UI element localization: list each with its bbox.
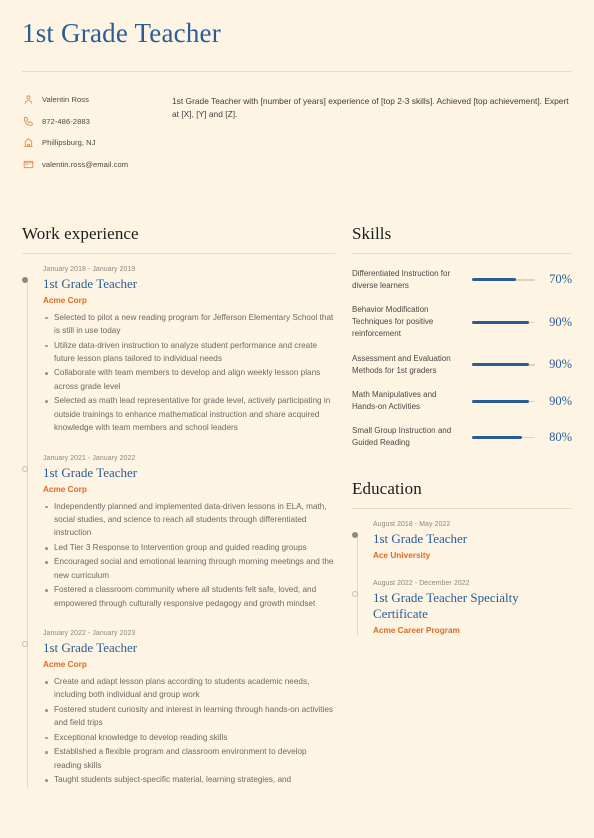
entry-date: August 2018 - May 2022: [373, 521, 451, 529]
skill-level-label: 90%: [549, 314, 572, 329]
entry-bullet: Selected as math lead representative for…: [43, 394, 335, 434]
entry-bullet-list: Selected to pilot a new reading program …: [43, 311, 335, 435]
body-columns: Work experience January 2018 - January 2…: [22, 224, 572, 788]
timeline-entry: January 2021 - January 2022 1st Grade Tea…: [22, 454, 335, 611]
skill-progress-fill: [472, 363, 529, 367]
entry-date: August 2022 - December 2022: [373, 580, 470, 588]
skill-name: Behavior Modification Techniques for pos…: [352, 305, 434, 339]
skill-level-label: 80%: [549, 429, 572, 444]
entry-title: 1st Grade Teacher: [373, 531, 468, 547]
entry-bullet: Create and adapt lesson plans according …: [43, 675, 335, 702]
work-experience-heading: Work experience: [22, 223, 139, 243]
right-column: Skills Differentiated Instruction for di…: [352, 224, 572, 788]
contact-item-email[interactable]: valentin.ross@email.com: [22, 158, 150, 170]
left-column: Work experience January 2018 - January 2…: [22, 224, 335, 788]
timeline-marker-hollow: [352, 591, 358, 598]
entry-bullet: Fostered a classroom community where all…: [43, 583, 335, 610]
timeline-entry: August 2022 - December 2022 1st Grade Tea…: [352, 580, 572, 636]
phone-icon: [22, 115, 35, 127]
education-heading: Education: [352, 479, 422, 499]
entry-title: 1st Grade Teacher: [43, 464, 138, 480]
skills-divider: [352, 252, 572, 254]
skills-list: Differentiated Instruction for diverse l…: [352, 268, 572, 450]
education-block: Education August 2018 - May 2022 1st Grad…: [352, 479, 572, 635]
skill-progress-bar: [472, 278, 535, 282]
skill-name: Small Group Instruction and Guided Readi…: [352, 426, 452, 448]
entry-bullet-list: Independently planned and implemented da…: [43, 500, 335, 611]
contact-item-value: Phillipsburg, NJ: [42, 138, 96, 148]
skill-progress-bar: [472, 435, 535, 439]
skill-progress-fill: [472, 399, 529, 403]
header-divider: [22, 70, 572, 72]
entry-organization: Ace University: [373, 551, 431, 561]
timeline-marker-hollow: [22, 641, 28, 648]
timeline-marker-hollow: [22, 465, 28, 472]
work-experience-timeline: January 2018 - January 2019 1st Grade Tea…: [22, 266, 335, 787]
skill-row: Differentiated Instruction for diverse l…: [352, 268, 572, 292]
contact-item-phone[interactable]: 872-486-2883: [22, 115, 150, 127]
skill-row: Math Manipulatives and Hands-on Activiti…: [352, 389, 572, 413]
entry-bullet: Independently planned and implemented da…: [43, 500, 335, 540]
skill-name: Differentiated Instruction for diverse l…: [352, 268, 451, 290]
entry-bullet: Utilize data-driven instruction to analy…: [43, 339, 335, 366]
entry-bullet: Selected to pilot a new reading program …: [43, 311, 335, 338]
skill-name: Math Manipulatives and Hands-on Activiti…: [352, 389, 437, 411]
skill-progress-bar: [472, 363, 535, 367]
contact-item-location[interactable]: Phillipsburg, NJ: [22, 137, 150, 149]
education-timeline: August 2018 - May 2022 1st Grade Teacher A…: [352, 521, 572, 635]
resume-page: 1st Grade Teacher Valentin Ross 872-486-2…: [0, 0, 594, 838]
entry-organization: Acme Career Program: [373, 626, 460, 636]
entry-title: 1st Grade Teacher: [43, 640, 138, 656]
skills-heading: Skills: [352, 223, 392, 243]
contact-list: Valentin Ross 872-486-2883 Phillipsburg, N…: [22, 94, 150, 180]
entry-organization: Acme Corp: [43, 660, 87, 670]
skill-name: Assessment and Evaluation Methods for 1s…: [352, 353, 451, 375]
entry-date: January 2018 - January 2019: [43, 265, 136, 273]
entry-bullet: Encouraged social and emotional learning…: [43, 555, 335, 582]
skill-progress-bar: [472, 320, 535, 324]
skill-progress-fill: [472, 278, 517, 282]
timeline-entry: August 2018 - May 2022 1st Grade Teacher A…: [352, 521, 572, 561]
entry-bullet: Exceptional knowledge to develop reading…: [43, 731, 335, 744]
skill-progress-fill: [472, 320, 529, 324]
entry-date: January 2021 - January 2022: [43, 454, 136, 462]
entry-title: 1st Grade Teacher: [43, 275, 138, 291]
entry-title: 1st Grade Teacher Specialty Certificate: [373, 590, 519, 622]
entry-bullet: Led Tier 3 Response to Intervention grou…: [43, 541, 335, 554]
skill-row: Assessment and Evaluation Methods for 1s…: [352, 353, 572, 377]
contact-item-value: Valentin Ross: [42, 95, 89, 105]
skill-progress-fill: [472, 435, 523, 439]
entry-bullet-list: Create and adapt lesson plans according …: [43, 675, 335, 787]
entry-organization: Acme Corp: [43, 484, 87, 494]
email-icon: [22, 158, 35, 170]
skill-level-label: 70%: [549, 272, 572, 287]
skill-row: Small Group Instruction and Guided Readi…: [352, 425, 572, 449]
timeline-marker-filled: [22, 276, 28, 283]
entry-date: January 2022 - January 2023: [43, 630, 136, 638]
entry-organization: Acme Corp: [43, 295, 87, 305]
contact-item-value: 872-486-2883: [42, 116, 90, 126]
contact-item-person[interactable]: Valentin Ross: [22, 94, 150, 106]
entry-bullet: Established a flexible program and class…: [43, 745, 335, 772]
work-experience-divider: [22, 252, 335, 254]
header-detail-block: Valentin Ross 872-486-2883 Phillipsburg, N…: [22, 94, 572, 180]
timeline-marker-filled: [352, 532, 358, 539]
skill-progress-bar: [472, 399, 535, 403]
education-divider: [352, 508, 572, 510]
location-icon: [22, 137, 35, 149]
column-gap: [335, 224, 352, 788]
professional-summary: 1st Grade Teacher with [number of years]…: [172, 95, 569, 120]
person-icon: [22, 94, 35, 106]
entry-bullet: Taught students subject-specific materia…: [43, 773, 335, 786]
contact-item-value: valentin.ross@email.com: [42, 159, 129, 169]
entry-bullet: Collaborate with team members to develop…: [43, 366, 335, 393]
skill-row: Behavior Modification Techniques for pos…: [352, 304, 572, 340]
page-title: 1st Grade Teacher: [22, 18, 221, 48]
timeline-entry: January 2022 - January 2023 1st Grade Tea…: [22, 630, 335, 787]
skill-level-label: 90%: [549, 357, 572, 372]
entry-bullet: Fostered student curiosity and interest …: [43, 703, 335, 730]
timeline-entry: January 2018 - January 2019 1st Grade Tea…: [22, 265, 335, 435]
skill-level-label: 90%: [549, 393, 572, 408]
